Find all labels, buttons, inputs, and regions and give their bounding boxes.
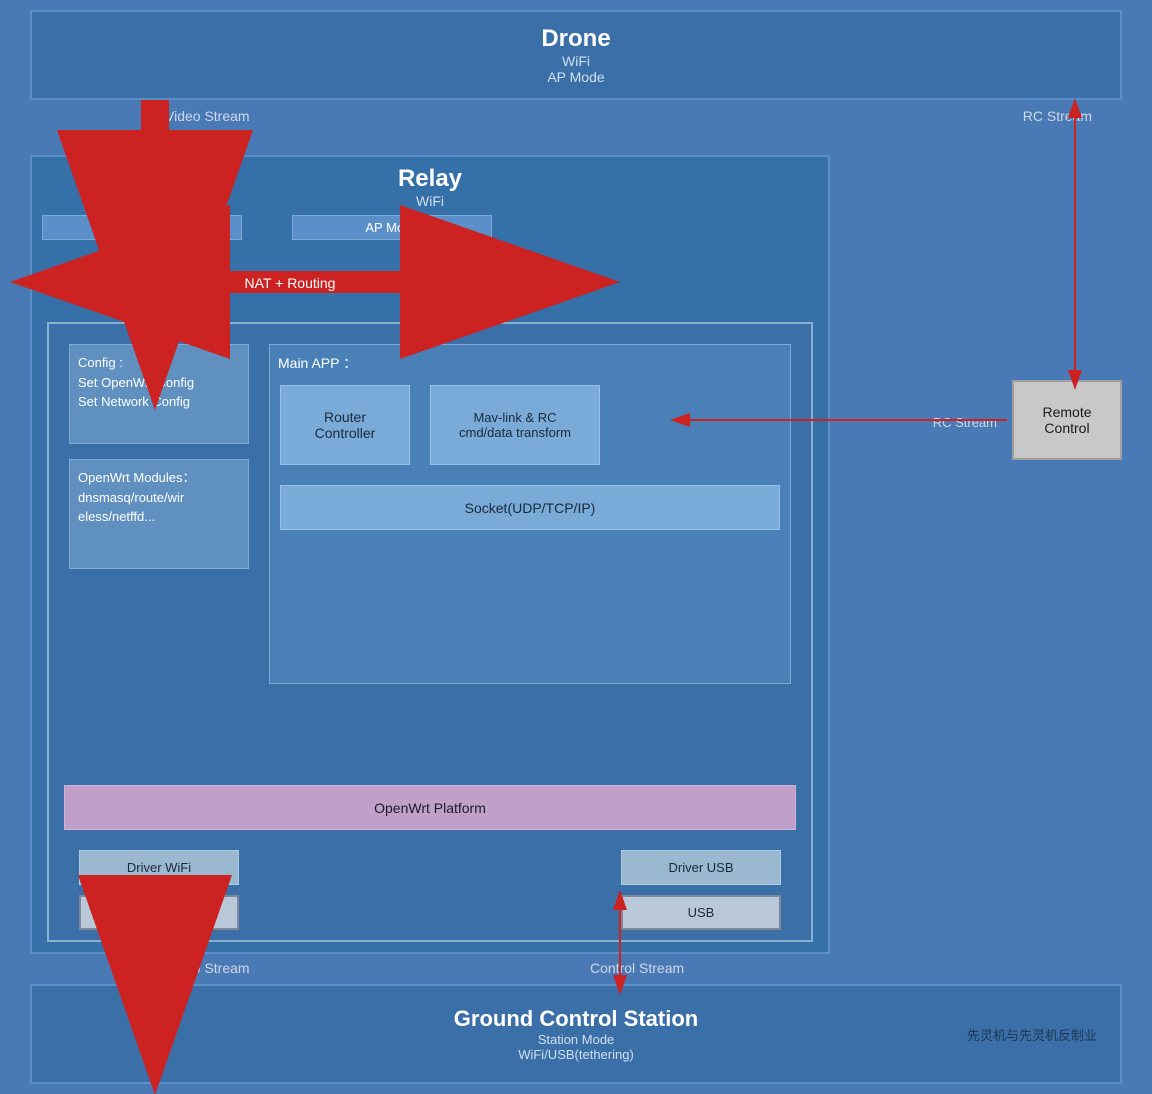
driver-wifi-text: Driver WiFi xyxy=(127,860,191,875)
main-app-label: Main APP ： xyxy=(278,353,782,373)
main-app-area: Main APP ： Router Controller Mav-link & … xyxy=(269,344,791,684)
control-stream-bottom-label: Control Stream xyxy=(590,960,684,976)
remote-control-line1: Remote xyxy=(1042,404,1091,420)
config-text: Config : Set OpenWrt Config Set Network … xyxy=(78,353,240,412)
socket-box: Socket(UDP/TCP/IP) xyxy=(280,485,780,530)
video-stream-top-label: Video Stream xyxy=(165,108,250,124)
openwrt-modules-line2: eless/netffd... xyxy=(78,509,155,524)
mavlink-box: Mav-link & RC cmd/data transform xyxy=(430,385,600,465)
router-controller-line1: Router xyxy=(324,409,366,425)
usb-box: USB xyxy=(621,895,781,930)
openwrt-modules-text: OpenWrt Modules： dnsmasq/route/wir eless… xyxy=(78,468,240,527)
mavlink-line2: cmd/data transform xyxy=(459,425,571,440)
config-line2: Set Network Config xyxy=(78,394,190,409)
driver-wifi-box: Driver WiFi xyxy=(79,850,239,885)
mavlink-text: Mav-link & RC cmd/data transform xyxy=(459,410,571,440)
relay-header: Relay WiFi xyxy=(32,157,828,213)
drone-ap-mode: AP Mode xyxy=(547,69,604,85)
relay-modes: Station Mode AP Mode xyxy=(42,215,818,251)
remote-control-text: Remote Control xyxy=(1042,404,1091,436)
router-controller-text: Router Controller xyxy=(315,409,376,441)
gcs-station-mode: Station Mode xyxy=(538,1032,615,1047)
ap-mode-tab: AP Mode xyxy=(292,215,492,240)
remote-control-box: Remote Control xyxy=(1012,380,1122,460)
drone-title: Drone xyxy=(541,25,610,53)
watermark: 先灵机与先灵机反制业 xyxy=(967,1025,1097,1044)
gcs-wifi-usb: WiFi/USB(tethering) xyxy=(518,1047,634,1062)
wifi-text: WiFi xyxy=(146,905,172,920)
socket-text: Socket(UDP/TCP/IP) xyxy=(465,500,596,516)
config-line1: Set OpenWrt Config xyxy=(78,375,194,390)
openwrt-modules-line1: dnsmasq/route/wir xyxy=(78,490,184,505)
drone-wifi: WiFi xyxy=(562,53,590,69)
wifi-box: WiFi xyxy=(79,895,239,930)
gcs-title: Ground Control Station xyxy=(454,1006,698,1032)
openwrt-platform-text: OpenWrt Platform xyxy=(374,800,486,816)
station-mode-tab: Station Mode xyxy=(42,215,242,240)
remote-control-line2: Control xyxy=(1044,420,1089,436)
video-stream-bottom-label: Video Stream xyxy=(165,960,250,976)
relay-box: Relay WiFi Station Mode AP Mode Config :… xyxy=(30,155,830,954)
openwrt-platform-box: OpenWrt Platform xyxy=(64,785,796,830)
rc-stream-top-label: RC Stream xyxy=(1023,108,1092,124)
inner-box: Config : Set OpenWrt Config Set Network … xyxy=(47,322,813,942)
relay-title: Relay xyxy=(398,165,462,193)
driver-usb-text: Driver USB xyxy=(668,860,733,875)
openwrt-modules-box: OpenWrt Modules： dnsmasq/route/wir eless… xyxy=(69,459,249,569)
openwrt-modules-label: OpenWrt Modules： xyxy=(78,470,196,485)
config-label: Config : xyxy=(78,355,123,370)
router-controller-line2: Controller xyxy=(315,425,376,441)
driver-usb-box: Driver USB xyxy=(621,850,781,885)
watermark-text: 先灵机与先灵机反制业 xyxy=(967,1028,1097,1043)
gcs-box: Ground Control Station Station Mode WiFi… xyxy=(30,984,1122,1084)
rc-stream-middle-label: RC Stream xyxy=(933,415,997,430)
usb-text: USB xyxy=(688,905,715,920)
drone-box: Drone WiFi AP Mode xyxy=(30,10,1122,100)
router-controller-box: Router Controller xyxy=(280,385,410,465)
relay-wifi: WiFi xyxy=(416,193,444,209)
mavlink-line1: Mav-link & RC xyxy=(473,410,556,425)
config-box: Config : Set OpenWrt Config Set Network … xyxy=(69,344,249,444)
